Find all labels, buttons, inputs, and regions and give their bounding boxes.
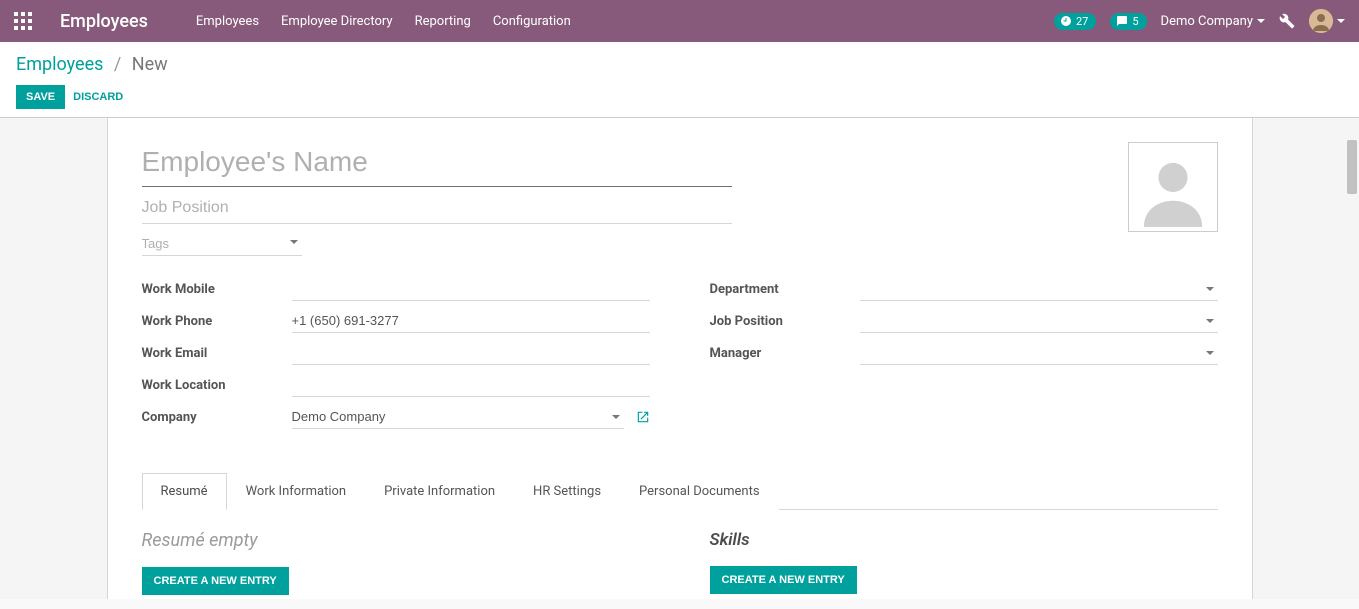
create-resume-entry-button[interactable]: Create a new entry	[142, 567, 289, 595]
user-avatar	[1309, 9, 1333, 33]
skills-title: Skills	[710, 530, 1218, 550]
nav-link-employees[interactable]: Employees	[196, 14, 259, 29]
activity-count: 27	[1076, 15, 1088, 28]
scrollbar-thumb[interactable]	[1347, 140, 1357, 194]
nav-link-configuration[interactable]: Configuration	[493, 14, 571, 29]
work-location-input[interactable]	[292, 373, 650, 396]
form-left-column: Work Mobile Work Phone Work Email Work L…	[142, 276, 650, 436]
work-email-input[interactable]	[292, 341, 650, 364]
department-label: Department	[710, 282, 860, 297]
tabs: Resumé Work Information Private Informat…	[142, 472, 1218, 510]
chat-icon	[1116, 15, 1128, 27]
tab-resume[interactable]: Resumé	[142, 473, 227, 510]
company-name: Demo Company	[1161, 14, 1253, 29]
job-title-input[interactable]	[142, 193, 732, 224]
resume-empty-title: Resumé empty	[142, 530, 650, 551]
work-email-label: Work Email	[142, 346, 292, 361]
clock-icon	[1060, 15, 1072, 27]
breadcrumb-current: New	[132, 54, 168, 75]
company-menu[interactable]: Demo Company	[1161, 14, 1265, 29]
chevron-down-icon	[1206, 319, 1214, 323]
breadcrumb: Employees / New	[16, 54, 1343, 75]
resume-pane: Resumé empty Create a new entry	[142, 530, 650, 595]
company-input[interactable]	[292, 405, 624, 428]
control-panel: Employees / New Save Discard	[0, 42, 1359, 118]
skills-pane: Skills Create a new entry	[710, 530, 1218, 595]
chevron-down-icon	[1206, 351, 1214, 355]
app-brand[interactable]: Employees	[60, 11, 148, 32]
work-location-label: Work Location	[142, 378, 292, 393]
job-position-label: Job Position	[710, 314, 860, 329]
nav-link-directory[interactable]: Employee Directory	[281, 14, 393, 29]
form-wrapper: Work Mobile Work Phone Work Email Work L…	[0, 118, 1359, 599]
company-label: Company	[142, 410, 292, 425]
nav-link-reporting[interactable]: Reporting	[415, 14, 471, 29]
user-menu[interactable]	[1309, 9, 1345, 33]
work-phone-label: Work Phone	[142, 314, 292, 329]
employee-image[interactable]	[1128, 142, 1218, 232]
save-button[interactable]: Save	[16, 85, 65, 109]
chevron-down-icon	[290, 240, 298, 244]
job-position-input[interactable]	[860, 309, 1218, 332]
debug-icon[interactable]	[1279, 13, 1295, 29]
work-mobile-input[interactable]	[292, 277, 650, 300]
tab-personal-documents[interactable]: Personal Documents	[620, 473, 779, 510]
breadcrumb-separator: /	[114, 54, 121, 75]
manager-label: Manager	[710, 346, 860, 361]
chevron-down-icon	[612, 415, 620, 419]
tab-content: Resumé empty Create a new entry Skills C…	[142, 510, 1218, 595]
apps-icon[interactable]	[14, 12, 32, 30]
form-right-column: Department Job Position Manager	[710, 276, 1218, 436]
nav-links: Employees Employee Directory Reporting C…	[196, 14, 1054, 29]
employee-name-input[interactable]	[142, 142, 732, 187]
person-placeholder-icon	[1138, 153, 1208, 231]
control-buttons: Save Discard	[16, 85, 1343, 109]
tab-work-information[interactable]: Work Information	[227, 473, 366, 510]
work-phone-input[interactable]	[292, 309, 650, 332]
activity-badge[interactable]: 27	[1054, 13, 1096, 30]
messaging-badge[interactable]: 5	[1110, 13, 1146, 30]
discard-button[interactable]: Discard	[73, 91, 123, 103]
caret-down-icon	[1337, 19, 1345, 23]
tab-hr-settings[interactable]: HR Settings	[514, 473, 620, 510]
breadcrumb-root[interactable]: Employees	[16, 54, 103, 75]
create-skill-entry-button[interactable]: Create a new entry	[710, 566, 857, 594]
manager-input[interactable]	[860, 341, 1218, 364]
department-input[interactable]	[860, 277, 1218, 300]
navbar: Employees Employees Employee Directory R…	[0, 0, 1359, 42]
tags-input[interactable]	[142, 232, 282, 255]
work-mobile-label: Work Mobile	[142, 282, 292, 297]
caret-down-icon	[1257, 19, 1265, 23]
chevron-down-icon	[1206, 287, 1214, 291]
messaging-count: 5	[1132, 15, 1138, 28]
tab-private-information[interactable]: Private Information	[365, 473, 514, 510]
form-sheet: Work Mobile Work Phone Work Email Work L…	[107, 118, 1253, 599]
nav-right: 27 5 Demo Company	[1054, 9, 1345, 33]
external-link-icon[interactable]	[636, 410, 650, 424]
